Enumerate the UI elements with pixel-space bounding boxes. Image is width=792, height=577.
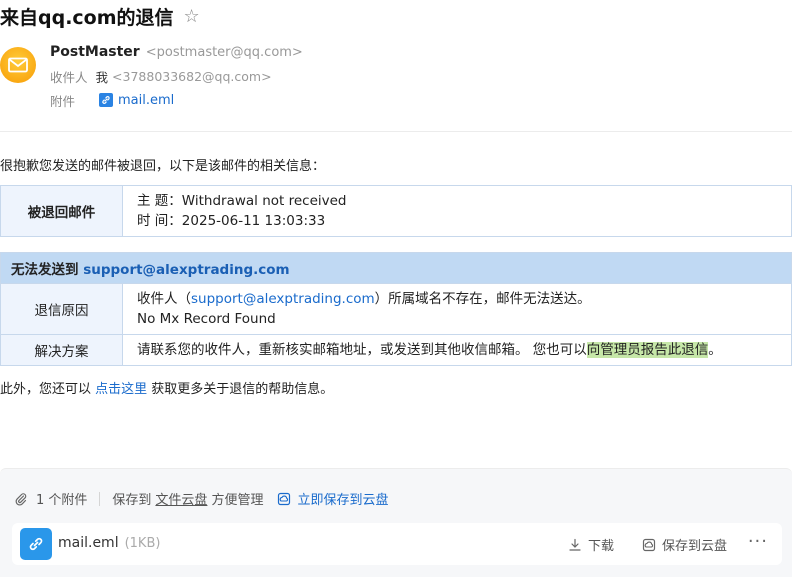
failure-address: support@alexptrading.com — [83, 262, 290, 278]
sender-email: <postmaster@qq.com> — [145, 45, 303, 60]
reason-detail: No Mx Record Found — [137, 311, 276, 327]
save-suffix: 方便管理 — [211, 493, 264, 508]
header-divider — [0, 131, 792, 132]
download-icon — [569, 538, 581, 551]
reason-label: 退信原因 — [0, 283, 123, 335]
help-footer-suffix: 获取更多关于退信的帮助信息。 — [147, 382, 334, 397]
cloud-save-icon — [278, 492, 291, 505]
recipient-email: <3788033682@qq.com> — [112, 68, 272, 84]
reason-suffix: ）所属域名不存在，邮件无法送达。 — [374, 291, 591, 307]
attachments-panel: 1 个附件 保存到 文件云盘 方便管理 立即保存到云盘 mail.eml (1KB… — [0, 468, 792, 577]
attachment-label: 附件 — [50, 93, 76, 109]
paperclip-icon — [15, 492, 27, 506]
attachment-count: 1 个附件 — [36, 493, 88, 508]
failure-table: 无法发送到 support@alexptrading.com 退信原因 收件人（… — [0, 252, 792, 366]
recipient-name[interactable]: 我 — [96, 67, 109, 86]
help-footer: 此外，您还可以 点击这里 获取更多关于退信的帮助信息。 — [0, 378, 333, 397]
cloud-icon — [642, 538, 656, 551]
sender-avatar — [0, 47, 36, 83]
solution-value: 请联系您的收件人，重新核实邮箱地址，或发送到其他收信邮箱。 您也可以向管理员报告… — [122, 334, 792, 366]
subject-label: 主 题： — [137, 193, 182, 209]
click-here-link[interactable]: 点击这里 — [95, 382, 147, 397]
save-to-cloud-label: 保存到云盘 — [662, 539, 728, 554]
header-separator — [99, 491, 101, 506]
report-admin-link[interactable]: 向管理员报告此退信 — [586, 342, 709, 358]
save-prefix: 保存到 — [112, 493, 152, 508]
file-cloud-link[interactable]: 文件云盘 — [155, 489, 207, 508]
solution-text: 请联系您的收件人，重新核实邮箱地址，或发送到其他收信邮箱。 您也可以 — [137, 342, 587, 358]
attachment-file-name: mail.eml — [58, 535, 119, 551]
sender-name[interactable]: PostMaster — [50, 44, 140, 60]
attachment-file-name-wrap: mail.eml (1KB) — [58, 535, 160, 551]
attachment-chip-name: mail.eml — [118, 92, 175, 108]
bounce-intro: 很抱歉您发送的邮件被退回，以下是该邮件的相关信息： — [0, 159, 326, 174]
download-button[interactable]: 下载 — [568, 535, 614, 554]
bounced-mail-table: 被退回邮件 主 题：Withdrawal not received 时 间：20… — [0, 185, 792, 237]
email-title-row: 来自qq.com的退信 ☆ — [0, 2, 200, 30]
link-icon — [99, 93, 114, 107]
attachment-chip[interactable]: mail.eml — [99, 93, 174, 108]
solution-end: 。 — [708, 342, 722, 358]
help-footer-prefix: 此外，您还可以 — [0, 382, 96, 397]
email-subject-title: 来自qq.com的退信 — [0, 6, 174, 29]
bounced-subject: Withdrawal not received — [181, 193, 347, 209]
download-label: 下载 — [588, 539, 615, 554]
time-label: 时 间： — [137, 213, 182, 229]
attachment-file-size: (1KB) — [124, 536, 161, 551]
failure-header: 无法发送到 support@alexptrading.com — [0, 252, 792, 284]
attachment-file-row[interactable]: mail.eml (1KB) 下载 保存到云盘 ··· — [12, 523, 782, 565]
bounced-time: 2025-06-11 13:03:33 — [181, 213, 326, 229]
solution-label: 解决方案 — [0, 334, 123, 366]
bounced-mail-details: 主 题：Withdrawal not received 时 间：2025-06-… — [122, 185, 792, 237]
envelope-icon — [8, 57, 28, 73]
save-to-cloud-button[interactable]: 保存到云盘 — [642, 535, 727, 554]
recipient-label: 收件人 — [50, 69, 88, 85]
star-icon[interactable]: ☆ — [184, 6, 200, 27]
save-to-cloud-now-label: 立即保存到云盘 — [297, 493, 389, 508]
bounced-mail-label: 被退回邮件 — [0, 185, 123, 237]
sender-block: PostMaster <postmaster@qq.com> 收件人 我 <37… — [50, 44, 303, 112]
more-options-icon[interactable]: ··· — [748, 531, 768, 552]
link-file-icon — [20, 528, 52, 560]
reason-prefix: 收件人（ — [137, 291, 191, 307]
reason-value: 收件人（support@alexptrading.com）所属域名不存在，邮件无… — [122, 283, 792, 335]
save-to-cloud-now-button[interactable]: 立即保存到云盘 — [277, 489, 388, 508]
reason-address-link[interactable]: support@alexptrading.com — [191, 291, 375, 307]
attachments-panel-header: 1 个附件 保存到 文件云盘 方便管理 立即保存到云盘 — [14, 489, 388, 508]
failure-header-prefix: 无法发送到 — [11, 262, 84, 278]
